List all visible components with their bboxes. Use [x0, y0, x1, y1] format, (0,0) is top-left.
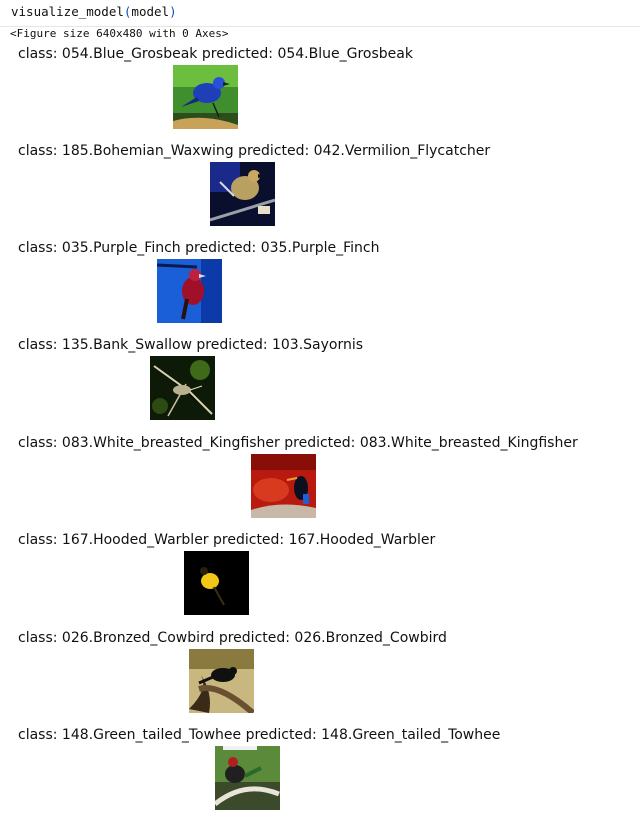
- prediction-label: class: 167.Hooded_Warbler predicted: 167…: [18, 532, 436, 548]
- prediction-item: class: 035.Purple_Finch predicted: 035.P…: [0, 240, 640, 337]
- hooded-warbler-image: [184, 551, 249, 615]
- prediction-item: class: 026.Bronzed_Cowbird predicted: 02…: [0, 630, 640, 727]
- hooded-warbler-photo: [184, 551, 249, 615]
- blue-grosbeak-image: [173, 65, 238, 129]
- prediction-label: class: 185.Bohemian_Waxwing predicted: 0…: [18, 143, 491, 159]
- prediction-label: class: 083.White_breasted_Kingfisher pre…: [18, 435, 578, 451]
- purple-finch-image: [157, 259, 222, 323]
- figure-size-output: <Figure size 640x480 with 0 Axes>: [10, 27, 229, 40]
- close-paren: ): [169, 4, 177, 19]
- prediction-item: class: 135.Bank_Swallow predicted: 103.S…: [0, 337, 640, 434]
- code-cell[interactable]: visualize_model(model): [0, 0, 640, 27]
- prediction-label: class: 148.Green_tailed_Towhee predicted…: [18, 727, 501, 743]
- bronzed-cowbird-image: [189, 649, 254, 713]
- prediction-label: class: 035.Purple_Finch predicted: 035.P…: [18, 240, 380, 256]
- prediction-item: class: 167.Hooded_Warbler predicted: 167…: [0, 532, 640, 629]
- prediction-item: class: 148.Green_tailed_Towhee predicted…: [0, 727, 640, 824]
- green-tailed-towhee-photo: [215, 746, 280, 810]
- bronzed-cowbird-photo: [189, 649, 254, 713]
- prediction-item: class: 054.Blue_Grosbeak predicted: 054.…: [0, 46, 640, 143]
- prediction-label: class: 054.Blue_Grosbeak predicted: 054.…: [18, 46, 413, 62]
- bank-swallow-image: [150, 356, 215, 420]
- function-name: visualize_model: [11, 4, 124, 19]
- code-line[interactable]: visualize_model(model): [11, 4, 177, 19]
- bank-swallow-photo: [150, 356, 215, 420]
- function-argument: model: [131, 4, 170, 19]
- bohemian-waxwing-photo: [210, 162, 275, 226]
- prediction-label: class: 026.Bronzed_Cowbird predicted: 02…: [18, 630, 447, 646]
- prediction-item: class: 083.White_breasted_Kingfisher pre…: [0, 435, 640, 532]
- bohemian-waxwing-image: [210, 162, 275, 226]
- kingfisher-image: [251, 454, 316, 518]
- kingfisher-photo: [251, 454, 316, 518]
- purple-finch-photo: [157, 259, 222, 323]
- green-tailed-towhee-image: [215, 746, 280, 810]
- blue-grosbeak-photo: [173, 65, 238, 129]
- prediction-label: class: 135.Bank_Swallow predicted: 103.S…: [18, 337, 364, 353]
- prediction-item: class: 185.Bohemian_Waxwing predicted: 0…: [0, 143, 640, 240]
